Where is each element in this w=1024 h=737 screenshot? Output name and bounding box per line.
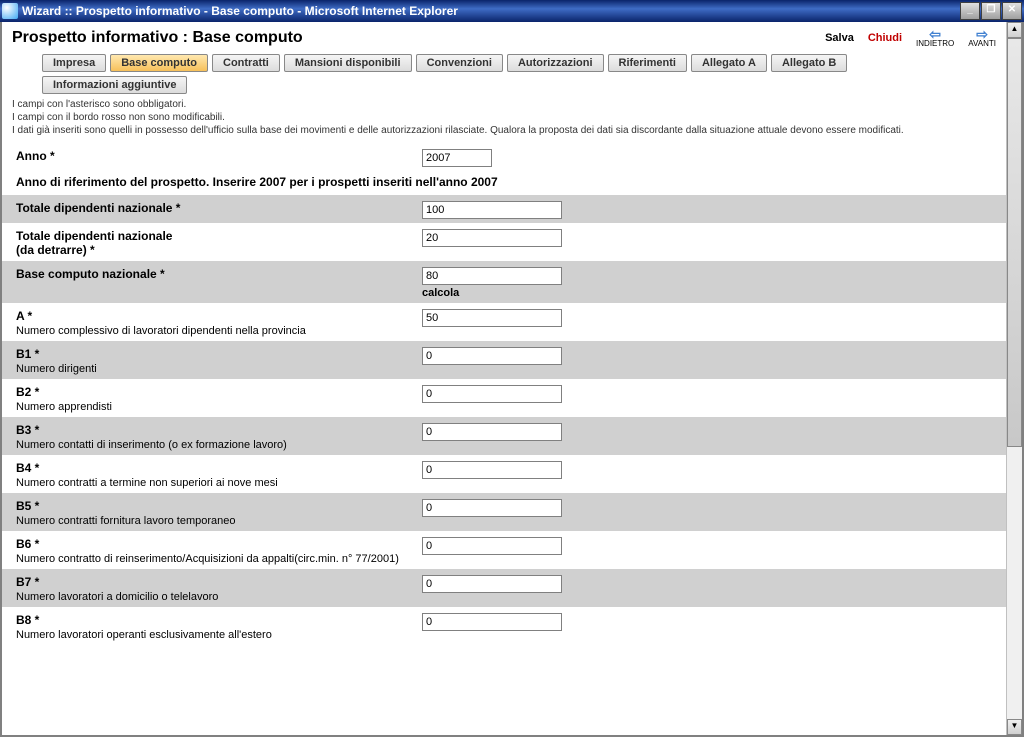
row-b6: B6 * Numero contratto di reinserimento/A…: [2, 531, 1006, 569]
label-tot-naz: Totale dipendenti nazionale *: [16, 201, 422, 215]
label-base: Base computo nazionale *: [16, 267, 422, 281]
forward-label: AVANTI: [968, 40, 996, 48]
note-line-3: I dati già inseriti sono quelli in posse…: [12, 124, 996, 137]
tab-allegato-b[interactable]: Allegato B: [771, 54, 847, 72]
vertical-scrollbar[interactable]: ▲ ▼: [1006, 22, 1022, 735]
label-b7: B7 * Numero lavoratori a domicilio o tel…: [16, 575, 422, 603]
tab-mansioni[interactable]: Mansioni disponibili: [284, 54, 412, 72]
label-b2: B2 * Numero apprendisti: [16, 385, 422, 413]
window-title: Wizard :: Prospetto informativo - Base c…: [22, 4, 960, 18]
note-line-1: I campi con l'asterisco sono obbligatori…: [12, 98, 996, 111]
tab-riferimenti[interactable]: Riferimenti: [608, 54, 687, 72]
tab-allegato-a[interactable]: Allegato A: [691, 54, 767, 72]
save-link[interactable]: Salva: [825, 32, 854, 44]
row-b1: B1 * Numero dirigenti: [2, 341, 1006, 379]
note-line-2: I campi con il bordo rosso non sono modi…: [12, 111, 996, 124]
input-b7[interactable]: [422, 575, 562, 593]
row-b8: B8 * Numero lavoratori operanti esclusiv…: [2, 607, 1006, 645]
restore-button[interactable]: ❐: [981, 2, 1001, 20]
form-notes: I campi con l'asterisco sono obbligatori…: [2, 94, 1006, 143]
input-anno[interactable]: [422, 149, 492, 167]
back-nav[interactable]: ⇦ INDIETRO: [916, 28, 954, 48]
label-tot-naz-detr: Totale dipendenti nazionale (da detrarre…: [16, 229, 422, 257]
label-a: A * Numero complessivo di lavoratori dip…: [16, 309, 422, 337]
row-anno: Anno *: [2, 143, 1006, 171]
calcola-link[interactable]: calcola: [422, 287, 459, 299]
input-a[interactable]: [422, 309, 562, 327]
row-b5: B5 * Numero contratti fornitura lavoro t…: [2, 493, 1006, 531]
label-b3: B3 * Numero contatti di inserimento (o e…: [16, 423, 422, 451]
label-b5: B5 * Numero contratti fornitura lavoro t…: [16, 499, 422, 527]
scroll-up-icon[interactable]: ▲: [1007, 22, 1022, 38]
page-title: Prospetto informativo : Base computo: [12, 29, 303, 47]
close-link[interactable]: Chiudi: [868, 32, 902, 44]
window-titlebar: Wizard :: Prospetto informativo - Base c…: [0, 0, 1024, 22]
input-b8[interactable]: [422, 613, 562, 631]
input-b4[interactable]: [422, 461, 562, 479]
row-b2: B2 * Numero apprendisti: [2, 379, 1006, 417]
row-base: Base computo nazionale * calcola: [2, 261, 1006, 303]
scroll-down-icon[interactable]: ▼: [1007, 719, 1022, 735]
tab-contratti[interactable]: Contratti: [212, 54, 280, 72]
forward-nav[interactable]: ⇨ AVANTI: [968, 28, 996, 48]
row-a: A * Numero complessivo di lavoratori dip…: [2, 303, 1006, 341]
row-tot-naz: Totale dipendenti nazionale *: [2, 195, 1006, 223]
label-anno: Anno *: [16, 149, 422, 163]
minimize-button[interactable]: _: [960, 2, 980, 20]
row-b3: B3 * Numero contatti di inserimento (o e…: [2, 417, 1006, 455]
scroll-track[interactable]: [1007, 38, 1022, 719]
input-base[interactable]: [422, 267, 562, 285]
tab-impresa[interactable]: Impresa: [42, 54, 106, 72]
label-b1: B1 * Numero dirigenti: [16, 347, 422, 375]
tab-base-computo[interactable]: Base computo: [110, 54, 208, 72]
input-b2[interactable]: [422, 385, 562, 403]
back-label: INDIETRO: [916, 40, 954, 48]
input-b3[interactable]: [422, 423, 562, 441]
input-b5[interactable]: [422, 499, 562, 517]
tab-info-aggiuntive[interactable]: Informazioni aggiuntive: [42, 76, 187, 94]
row-b4: B4 * Numero contratti a termine non supe…: [2, 455, 1006, 493]
tab-bar: Impresa Base computo Contratti Mansioni …: [42, 54, 996, 94]
input-b6[interactable]: [422, 537, 562, 555]
tab-convenzioni[interactable]: Convenzioni: [416, 54, 503, 72]
scroll-thumb[interactable]: [1007, 38, 1022, 447]
help-anno: Anno di riferimento del prospetto. Inser…: [2, 171, 1006, 195]
input-tot-naz[interactable]: [422, 201, 562, 219]
input-tot-naz-detr[interactable]: [422, 229, 562, 247]
close-window-button[interactable]: ✕: [1002, 2, 1022, 20]
row-b7: B7 * Numero lavoratori a domicilio o tel…: [2, 569, 1006, 607]
label-b4: B4 * Numero contratti a termine non supe…: [16, 461, 422, 489]
label-b6: B6 * Numero contratto di reinserimento/A…: [16, 537, 422, 565]
input-b1[interactable]: [422, 347, 562, 365]
row-tot-naz-detr: Totale dipendenti nazionale (da detrarre…: [2, 223, 1006, 261]
tab-autorizzazioni[interactable]: Autorizzazioni: [507, 54, 604, 72]
label-b8: B8 * Numero lavoratori operanti esclusiv…: [16, 613, 422, 641]
ie-icon: [2, 3, 18, 19]
